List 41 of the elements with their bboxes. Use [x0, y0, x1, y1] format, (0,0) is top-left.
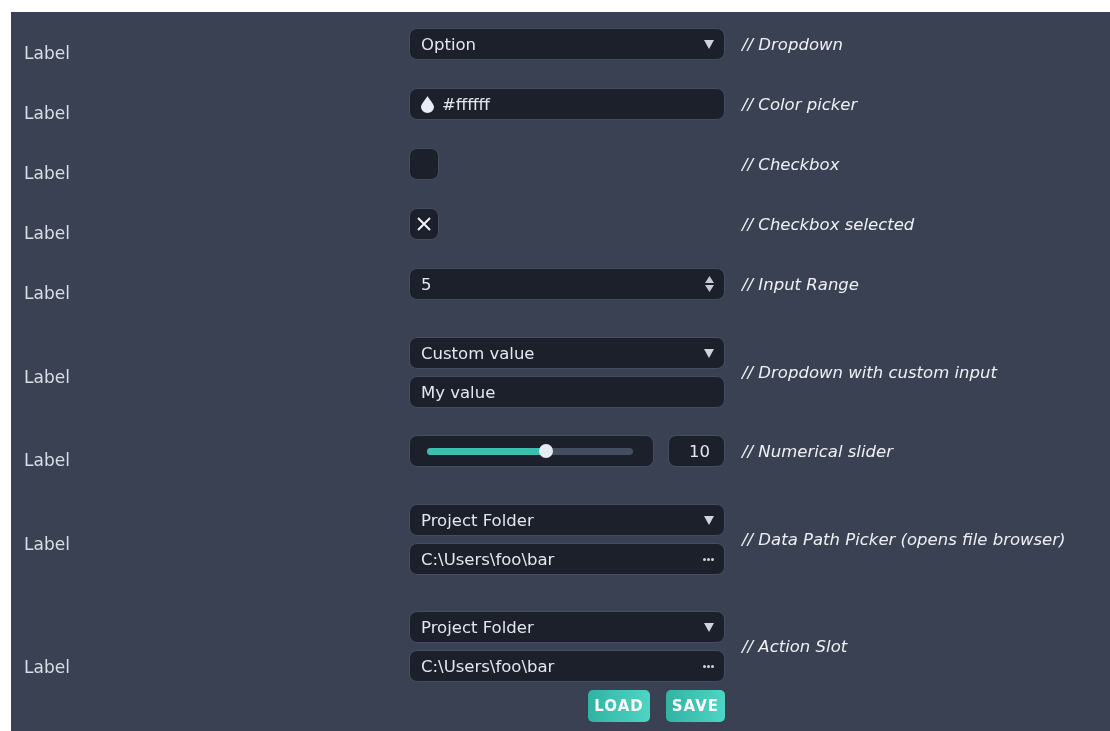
slider[interactable]	[409, 435, 654, 467]
field-label: Label	[24, 366, 70, 387]
comment-text: // Data Path Picker (opens file browser)	[742, 530, 1066, 549]
field-label: Label	[24, 283, 70, 303]
path-field[interactable]: C:\Users\foo\bar	[409, 543, 725, 575]
comment-text: // Checkbox selected	[742, 214, 915, 234]
checkbox[interactable]	[409, 208, 439, 240]
caret-icon	[704, 39, 714, 49]
color-field[interactable]: #ffffff	[409, 88, 725, 120]
spinner-icon	[705, 276, 714, 292]
input-field[interactable]: My value	[409, 376, 725, 408]
field-label: Label	[24, 656, 70, 677]
checkbox[interactable]	[409, 148, 439, 180]
dropdown[interactable]: Custom value	[409, 337, 725, 369]
caret-icon	[704, 622, 714, 632]
slider-thumb[interactable]	[539, 444, 554, 458]
comment-text: // Checkbox	[742, 154, 840, 174]
path-field[interactable]: C:\Users\foo\bar	[409, 650, 725, 682]
caret-icon	[704, 515, 714, 525]
field-label: Label	[24, 103, 70, 123]
number-field[interactable]: 10	[668, 435, 725, 467]
droplet-icon	[421, 95, 434, 113]
dropdown[interactable]: Option	[409, 28, 725, 60]
caret-icon	[704, 348, 714, 358]
cross-icon	[417, 217, 431, 231]
field-label: Label	[24, 533, 70, 554]
dropdown[interactable]: Project Folder	[409, 504, 725, 536]
comment-text: // Dropdown with custom input	[742, 363, 997, 382]
comment-text: // Numerical slider	[742, 441, 893, 461]
comment-text: // Input Range	[742, 274, 859, 294]
more-icon	[703, 557, 714, 561]
field-label: Label	[24, 450, 70, 470]
field-label: Label	[24, 163, 70, 183]
more-icon	[703, 664, 714, 668]
number-field[interactable]: 5	[409, 268, 725, 300]
comment-text: // Color picker	[742, 94, 858, 114]
comment-text: // Action Slot	[742, 637, 848, 656]
dropdown[interactable]: Project Folder	[409, 611, 725, 643]
field-label: Label	[24, 43, 70, 63]
comment-text: // Dropdown	[742, 34, 843, 54]
field-label: Label	[24, 223, 70, 243]
